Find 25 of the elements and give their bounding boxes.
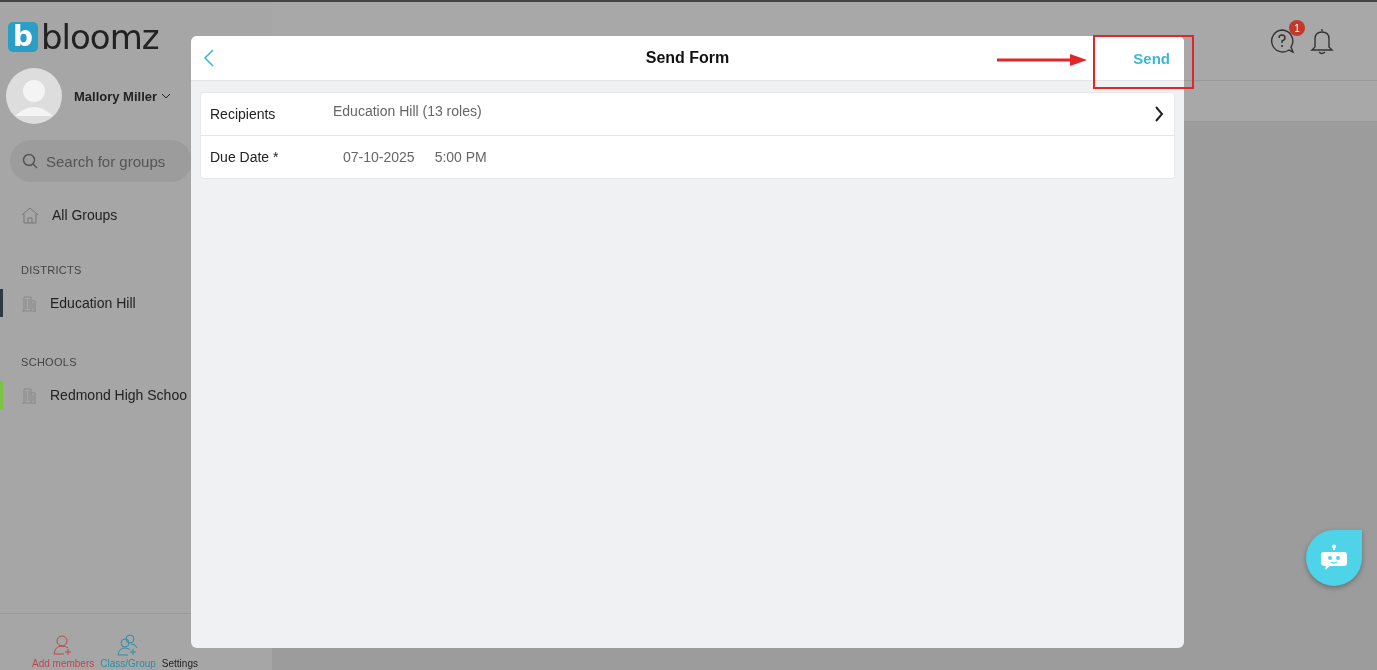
sidebar-item[interactable]: All Groups xyxy=(20,206,118,224)
field-value[interactable]: Education Hill (13 roles) xyxy=(333,103,482,119)
robot-icon xyxy=(1320,544,1348,572)
add-group-icon xyxy=(117,634,140,656)
notification-badge: 1 xyxy=(1289,20,1305,36)
section-heading: SCHOOLS xyxy=(20,355,78,370)
field-label: Recipients xyxy=(210,106,277,122)
chevron-right-icon[interactable] xyxy=(1154,106,1164,122)
help-icon[interactable] xyxy=(1269,28,1295,54)
logo-mark: b xyxy=(8,22,38,52)
chevron-down-icon xyxy=(161,93,172,99)
search-icon xyxy=(22,153,38,169)
logo-text: bloomz xyxy=(41,20,159,54)
field-label: Due Date * xyxy=(210,149,280,165)
field-value[interactable]: 07-10-2025 xyxy=(343,149,415,165)
home-icon xyxy=(20,206,40,224)
modal-title: Send Form xyxy=(645,49,730,66)
toolbar-button[interactable]: Settings xyxy=(161,658,198,670)
sidebar-item[interactable]: Education Hill xyxy=(20,284,136,322)
user-menu-button[interactable]: Mallory Miller xyxy=(74,88,172,104)
avatar xyxy=(6,68,62,124)
sidebar-item[interactable]: Redmond High Schoo xyxy=(20,376,187,414)
bell-icon[interactable] xyxy=(1309,27,1335,55)
field-value[interactable]: 5:00 PM xyxy=(434,149,487,165)
section-heading: DISTRICTS xyxy=(20,263,83,278)
